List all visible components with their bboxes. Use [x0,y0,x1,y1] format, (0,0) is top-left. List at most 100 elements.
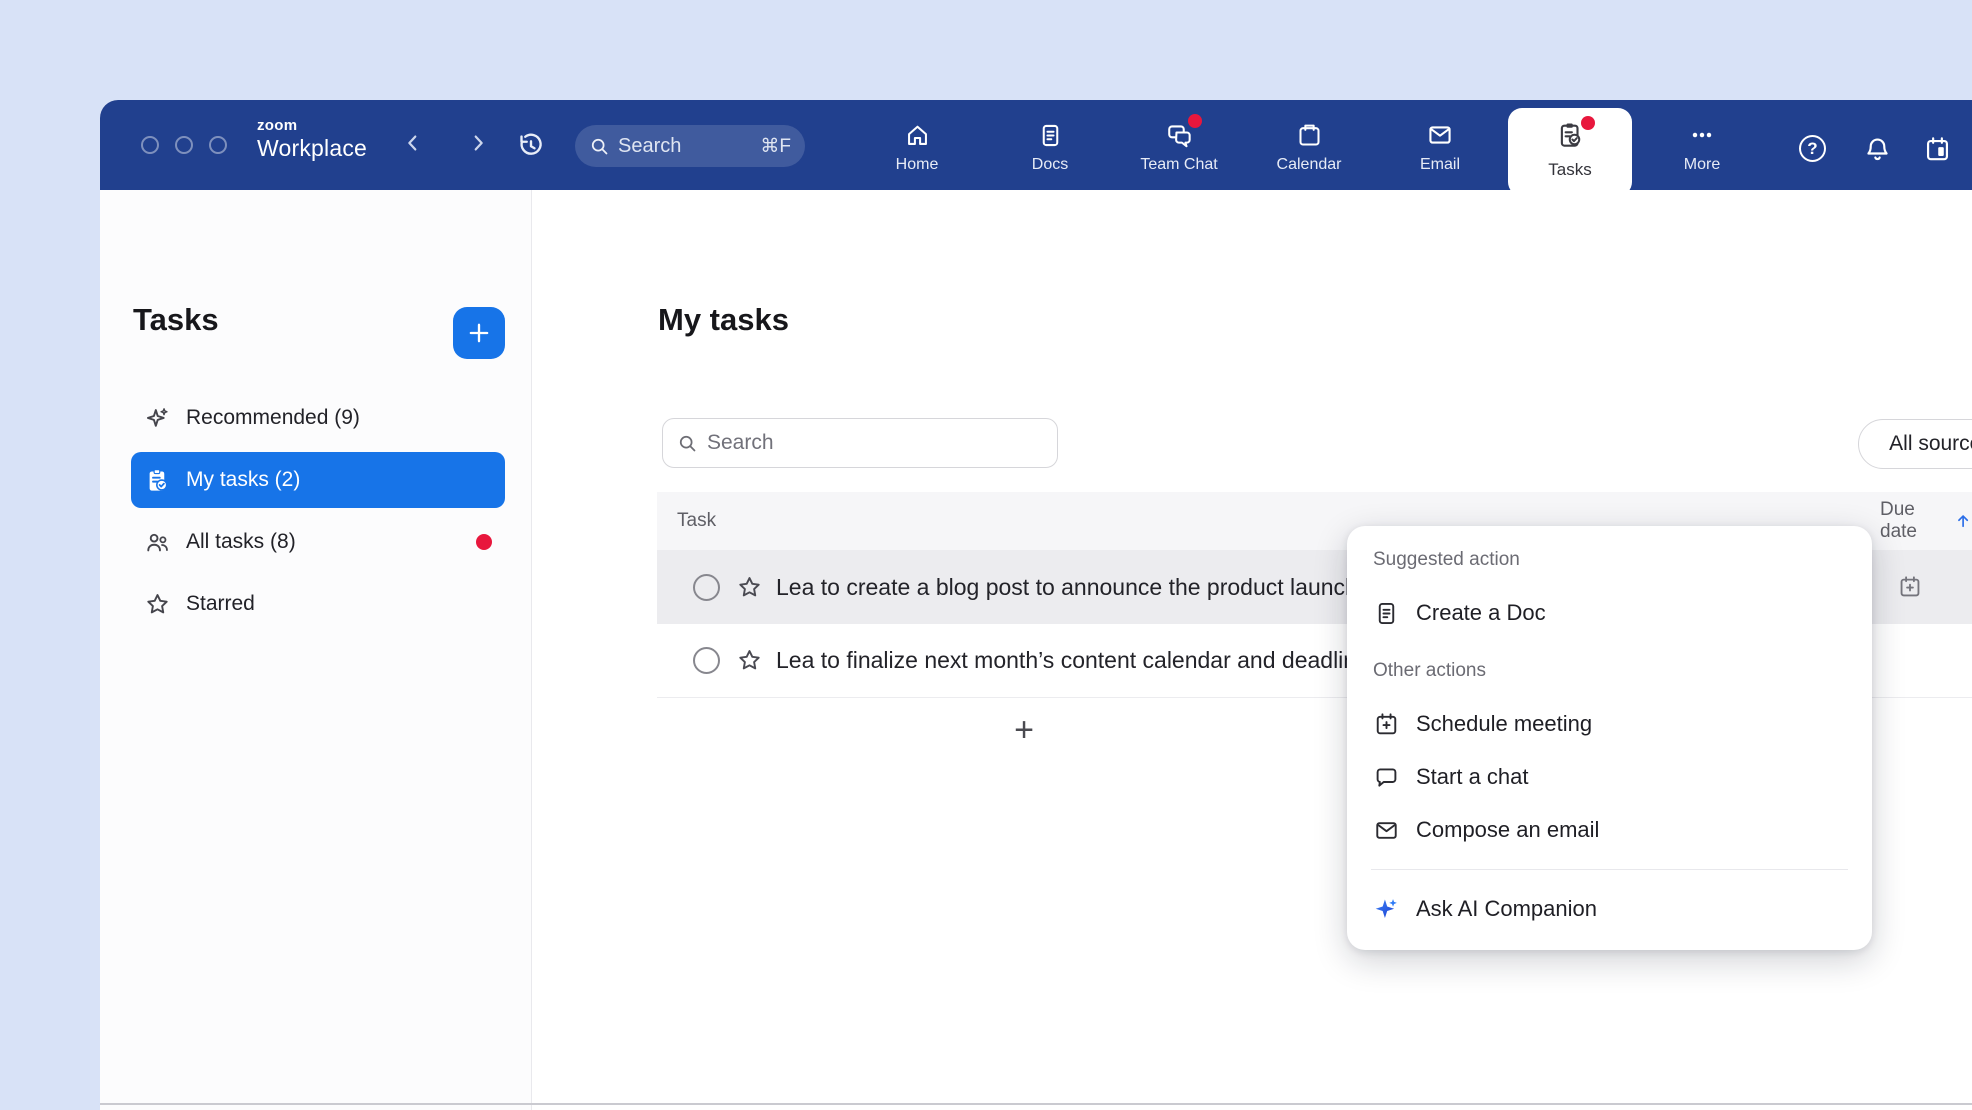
calendar-plus-icon [1373,711,1400,738]
menu-item-compose-email[interactable]: Compose an email [1359,807,1860,853]
nav-label: Home [896,156,939,174]
schedule-button[interactable] [1922,134,1952,164]
sidebar-item-starred[interactable]: Starred [131,576,505,632]
email-icon [1373,817,1400,844]
menu-item-start-chat[interactable]: Start a chat [1359,754,1860,800]
sidebar-item-my-tasks[interactable]: My tasks (2) [131,452,505,508]
new-task-button[interactable] [453,307,505,359]
menu-item-label: Ask AI Companion [1416,896,1597,922]
ai-companion-icon [1373,896,1400,923]
history-button[interactable] [515,130,545,160]
notifications-button[interactable] [1862,134,1892,164]
my-tasks-clipboard-icon [144,467,171,494]
task-complete-checkbox[interactable] [693,647,720,674]
nav-item-docs[interactable]: Docs [998,120,1102,182]
nav-item-email[interactable]: Email [1388,120,1492,182]
logo-workplace-text: Workplace [257,137,367,160]
menu-item-create-doc[interactable]: Create a Doc [1359,590,1860,636]
column-label: Due date [1880,499,1944,543]
home-icon [904,120,931,150]
sidebar-item-label: My tasks (2) [186,468,300,492]
nav-item-team-chat[interactable]: Team Chat [1127,120,1231,182]
sources-filter-label: All sources [1889,432,1972,456]
all-tasks-badge [476,534,492,550]
global-search[interactable]: ⌘F [575,125,805,167]
logo-zoom-text: zoom [257,118,367,133]
sparkle-icon [144,405,171,432]
nav-label: Tasks [1548,160,1591,180]
sidebar-item-recommended[interactable]: Recommended (9) [131,390,505,446]
due-date-cell[interactable] [1866,550,1972,624]
chevron-right-icon [467,132,489,154]
nav-item-tasks-active-tab[interactable]: Tasks [1508,108,1632,196]
tasks-sidebar: Tasks Recommended (9) [100,190,532,1110]
menu-item-label: Schedule meeting [1416,711,1592,737]
plus-icon [465,319,493,347]
more-icon [1688,120,1716,150]
menu-item-label: Start a chat [1416,764,1529,790]
bell-icon [1863,135,1892,164]
sort-ascending-icon [1954,510,1972,532]
history-clock-icon [515,130,545,160]
tasks-badge [1581,116,1595,130]
menu-section-label: Other actions [1373,660,1486,682]
chevron-left-icon [402,132,424,154]
nav-label: Email [1420,156,1460,174]
search-icon [589,136,610,157]
nav-label: Team Chat [1140,156,1217,174]
forward-button[interactable] [465,130,491,156]
sidebar-item-label: Recommended (9) [186,406,360,430]
sidebar-item-label: Starred [186,592,255,616]
menu-item-schedule-meeting[interactable]: Schedule meeting [1359,701,1860,747]
task-title: Lea to finalize next month’s content cal… [776,647,1380,674]
nav-item-more[interactable]: More [1650,120,1754,182]
app-window: zoom Workplace ⌘F Home [100,100,1972,1110]
docs-icon [1037,120,1064,150]
people-icon [144,529,171,556]
menu-item-label: Create a Doc [1416,600,1546,626]
nav-label: More [1684,156,1720,174]
nav-label: Docs [1032,156,1068,174]
menu-divider [1371,869,1848,870]
page-title: My tasks [658,302,789,338]
tasks-clipboard-icon [1555,120,1585,152]
add-due-date-icon [1897,574,1923,600]
help-button[interactable]: ? [1799,135,1826,162]
window-minimize-button[interactable] [175,136,193,154]
team-chat-icon [1165,120,1194,150]
doc-icon [1373,600,1400,627]
email-icon [1426,120,1454,150]
star-toggle[interactable] [736,574,763,601]
search-icon [677,433,698,454]
sidebar-item-all-tasks[interactable]: All tasks (8) [131,514,505,570]
tasks-search[interactable] [662,418,1058,468]
star-toggle[interactable] [736,647,763,674]
zoom-workplace-logo: zoom Workplace [257,118,367,160]
window-close-button[interactable] [141,136,159,154]
global-search-input[interactable] [618,135,738,158]
calendar-date-icon [1923,135,1952,164]
calendar-icon [1296,120,1323,150]
nav-item-home[interactable]: Home [865,120,969,182]
team-chat-badge [1188,114,1202,128]
column-due-date[interactable]: Due date [1880,499,1972,543]
column-task: Task [677,510,716,532]
star-icon [144,591,171,618]
search-shortcut-hint: ⌘F [760,135,791,158]
tasks-search-input[interactable] [707,431,1007,455]
menu-section-label: Suggested action [1373,549,1520,571]
window-bottom-edge [100,1103,1972,1105]
sources-filter-dropdown[interactable]: All sources [1858,419,1972,469]
menu-item-ask-ai-companion[interactable]: Ask AI Companion [1359,886,1860,932]
nav-label: Calendar [1277,156,1342,174]
top-navbar: zoom Workplace ⌘F Home [100,100,1972,190]
window-zoom-button[interactable] [209,136,227,154]
task-complete-checkbox[interactable] [693,574,720,601]
task-title: Lea to create a blog post to announce th… [776,574,1358,601]
back-button[interactable] [400,130,426,156]
nav-item-calendar[interactable]: Calendar [1257,120,1361,182]
menu-item-label: Compose an email [1416,817,1599,843]
add-task-inline-button[interactable]: + [1002,710,1046,750]
task-actions-menu: Suggested action Create a Doc Other acti… [1347,526,1872,950]
chat-bubble-icon [1373,764,1400,791]
